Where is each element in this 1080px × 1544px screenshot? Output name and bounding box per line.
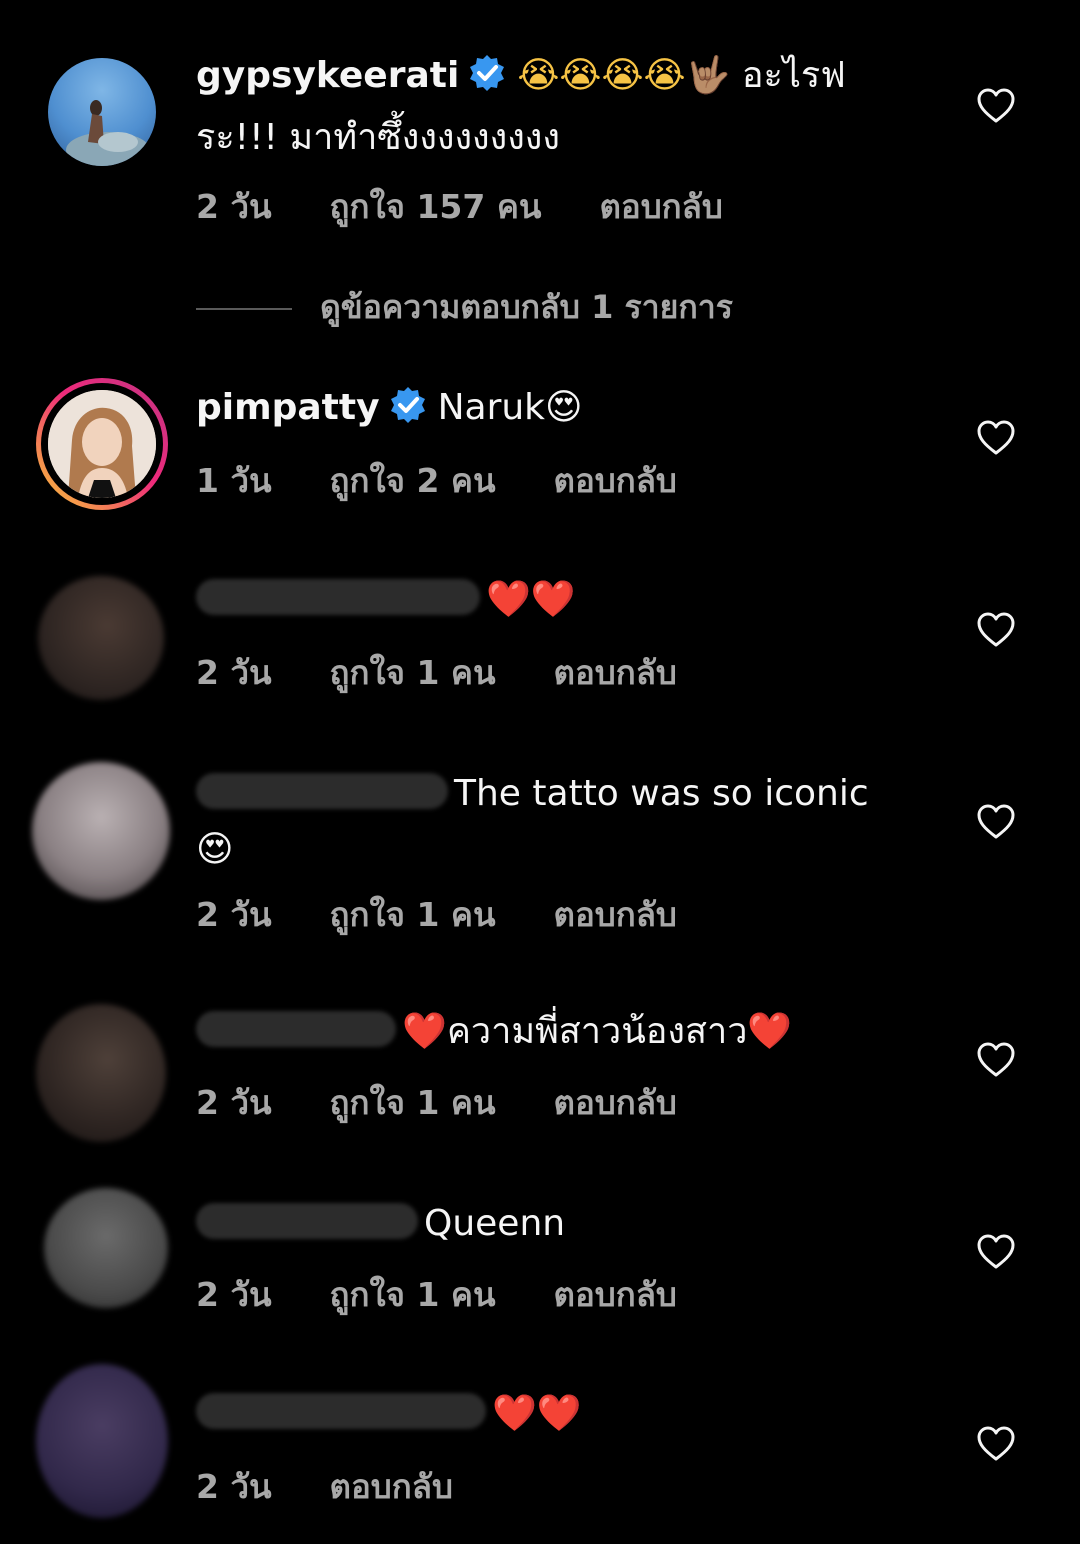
comment-text: ❤️ความพี่สาวน้องสาว❤️ [196, 1004, 896, 1060]
comment-meta: 2 วัน ถูกใจ 1 คน ตอบกลับ [196, 646, 735, 699]
redacted-username [196, 773, 448, 809]
comment-meta: 2 วัน ถูกใจ 1 คน ตอบกลับ [196, 888, 735, 941]
comment-time: 1 วัน [196, 461, 272, 500]
avatar[interactable] [36, 1364, 168, 1518]
avatar-photo [48, 390, 156, 498]
reply-button[interactable]: ตอบกลับ [554, 888, 677, 941]
comment-time: 2 วัน [196, 653, 272, 692]
comment-body: Queenn [424, 1203, 566, 1244]
verified-badge-icon [467, 53, 507, 110]
view-replies-link[interactable]: ดูข้อความตอบกลับ 1 รายการ [196, 282, 733, 333]
comment-text: ❤️❤️ [196, 1386, 896, 1442]
comment-time: 2 วัน [196, 187, 272, 226]
reply-button[interactable]: ตอบกลับ [599, 180, 722, 233]
redacted-username [196, 1393, 486, 1429]
comment-text: The tatto was so iconic 😍 [196, 766, 896, 878]
avatar [48, 390, 156, 498]
like-heart-icon[interactable] [976, 1424, 1016, 1464]
avatar[interactable] [48, 58, 156, 166]
verified-badge-icon [388, 385, 428, 442]
comment-meta: 2 วัน ถูกใจ 1 คน ตอบกลับ [196, 1268, 735, 1321]
comment-body: ❤️ความพี่สาวน้องสาว❤️ [402, 1011, 793, 1052]
comment-meta: 2 วัน ถูกใจ 1 คน ตอบกลับ [196, 1076, 735, 1129]
avatar[interactable] [36, 1004, 166, 1142]
comment-likes[interactable]: ถูกใจ 1 คน [330, 1268, 496, 1321]
like-heart-icon[interactable] [976, 1232, 1016, 1272]
avatar[interactable] [32, 762, 170, 900]
divider [196, 308, 292, 310]
comment-time: 2 วัน [196, 895, 272, 934]
comment-username[interactable]: pimpatty [196, 387, 380, 428]
comment-likes[interactable]: ถูกใจ 1 คน [330, 646, 496, 699]
comment-text: Queenn [196, 1196, 896, 1252]
reply-button[interactable]: ตอบกลับ [330, 1460, 453, 1513]
comment-time: 2 วัน [196, 1275, 272, 1314]
comment-text: pimpatty Naruk😍 [196, 380, 896, 442]
redacted-username [196, 1011, 396, 1047]
like-heart-icon[interactable] [976, 610, 1016, 650]
avatar[interactable] [44, 1188, 168, 1308]
comment-time: 2 วัน [196, 1467, 272, 1506]
comment-likes[interactable]: ถูกใจ 1 คน [330, 888, 496, 941]
reply-button[interactable]: ตอบกลับ [554, 1076, 677, 1129]
view-replies-label: ดูข้อความตอบกลับ 1 รายการ [320, 288, 733, 326]
emoji-reactions: 😭😭😭😭🤟🏽 [517, 55, 731, 96]
reply-button[interactable]: ตอบกลับ [554, 646, 677, 699]
comment-meta: 2 วัน ถูกใจ 157 คน ตอบกลับ [196, 180, 781, 233]
comment-likes[interactable]: ถูกใจ 1 คน [330, 1076, 496, 1129]
like-heart-icon[interactable] [976, 802, 1016, 842]
comment-text: ❤️❤️ [196, 572, 896, 628]
comment-username[interactable]: gypsykeerati [196, 55, 459, 96]
comment-body: ❤️❤️ [486, 579, 576, 620]
avatar-story-ring[interactable] [36, 378, 168, 510]
comment-meta: 2 วัน ตอบกลับ [196, 1460, 511, 1513]
like-heart-icon[interactable] [976, 1040, 1016, 1080]
comment-meta: 1 วัน ถูกใจ 2 คน ตอบกลับ [196, 454, 735, 507]
redacted-username [196, 1203, 418, 1239]
comment-text: gypsykeerati 😭😭😭😭🤟🏽 อะไรฟระ!!! มาทำซึ้งงง… [196, 48, 896, 166]
reply-button[interactable]: ตอบกลับ [554, 454, 677, 507]
comment-time: 2 วัน [196, 1083, 272, 1122]
reply-button[interactable]: ตอบกลับ [554, 1268, 677, 1321]
comment-likes[interactable]: ถูกใจ 157 คน [330, 180, 542, 233]
like-heart-icon[interactable] [976, 418, 1016, 458]
comment-likes[interactable]: ถูกใจ 2 คน [330, 454, 496, 507]
comment-body: Naruk😍 [437, 387, 583, 428]
avatar[interactable] [38, 576, 164, 700]
comment-body: ❤️❤️ [492, 1393, 582, 1434]
redacted-username [196, 579, 480, 615]
like-heart-icon[interactable] [976, 86, 1016, 126]
avatar-photo [66, 100, 150, 166]
